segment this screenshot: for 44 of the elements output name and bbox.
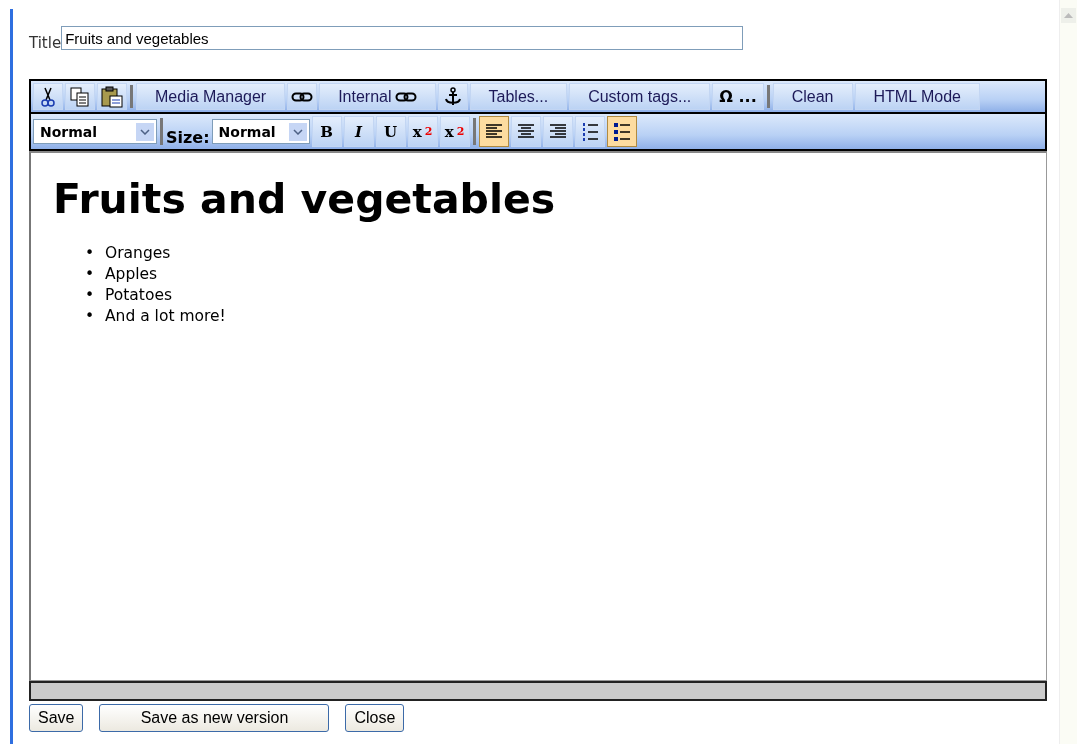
link-icon bbox=[394, 90, 417, 103]
link-icon bbox=[291, 90, 314, 103]
list-item: And a lot more! bbox=[105, 306, 226, 327]
special-character-button[interactable]: Ω ... bbox=[712, 83, 764, 110]
toolbar-button[interactable]: HTML Mode bbox=[854, 83, 980, 110]
numbered-list-icon bbox=[580, 121, 599, 142]
format-button[interactable]: U bbox=[375, 116, 406, 147]
action-button[interactable]: Close bbox=[345, 704, 405, 732]
bullet: • bbox=[85, 306, 96, 327]
action-button[interactable]: Save as new version bbox=[99, 704, 330, 732]
internal-link-button[interactable]: Internal bbox=[319, 83, 436, 110]
align-right-icon bbox=[548, 123, 567, 140]
heading: Fruits and vegetables bbox=[53, 175, 557, 223]
title-field[interactable]: Fruits and vegetables bbox=[61, 26, 744, 50]
caret-icon bbox=[136, 122, 154, 141]
dropdown[interactable]: Normal bbox=[211, 119, 310, 144]
anchor-icon bbox=[443, 86, 462, 107]
toolbar-button[interactable] bbox=[606, 116, 637, 147]
list-item: Apples bbox=[105, 264, 158, 285]
toolbar-button[interactable]: Media Manager bbox=[136, 83, 286, 110]
size-label: Size: bbox=[166, 128, 210, 147]
toolbar-button[interactable] bbox=[478, 116, 509, 147]
bullet: • bbox=[85, 264, 96, 285]
bullet: • bbox=[85, 285, 96, 306]
bullet: • bbox=[85, 243, 96, 264]
scissors-icon bbox=[41, 86, 55, 107]
action-button[interactable]: Save bbox=[29, 704, 84, 732]
scrollbar[interactable] bbox=[1059, 0, 1077, 744]
dropdown[interactable]: Normal bbox=[33, 119, 157, 144]
caret-icon bbox=[288, 122, 307, 141]
format-button[interactable]: I bbox=[343, 116, 374, 147]
bullet-list-icon bbox=[612, 121, 631, 142]
clipboard-icon bbox=[101, 85, 123, 108]
toolbar-button[interactable]: Tables... bbox=[469, 83, 568, 110]
align-left-icon bbox=[484, 123, 503, 140]
list-item: Potatoes bbox=[105, 285, 173, 306]
toolbar-button[interactable]: Custom tags... bbox=[569, 83, 711, 110]
list-item: Oranges bbox=[105, 243, 171, 264]
toolbar-button[interactable]: Clean bbox=[772, 83, 853, 110]
format-button[interactable]: B bbox=[311, 116, 342, 147]
link-button[interactable] bbox=[287, 83, 318, 110]
align-center-icon bbox=[516, 123, 535, 140]
copy-icon bbox=[70, 86, 90, 107]
title-label: Title bbox=[29, 34, 62, 52]
